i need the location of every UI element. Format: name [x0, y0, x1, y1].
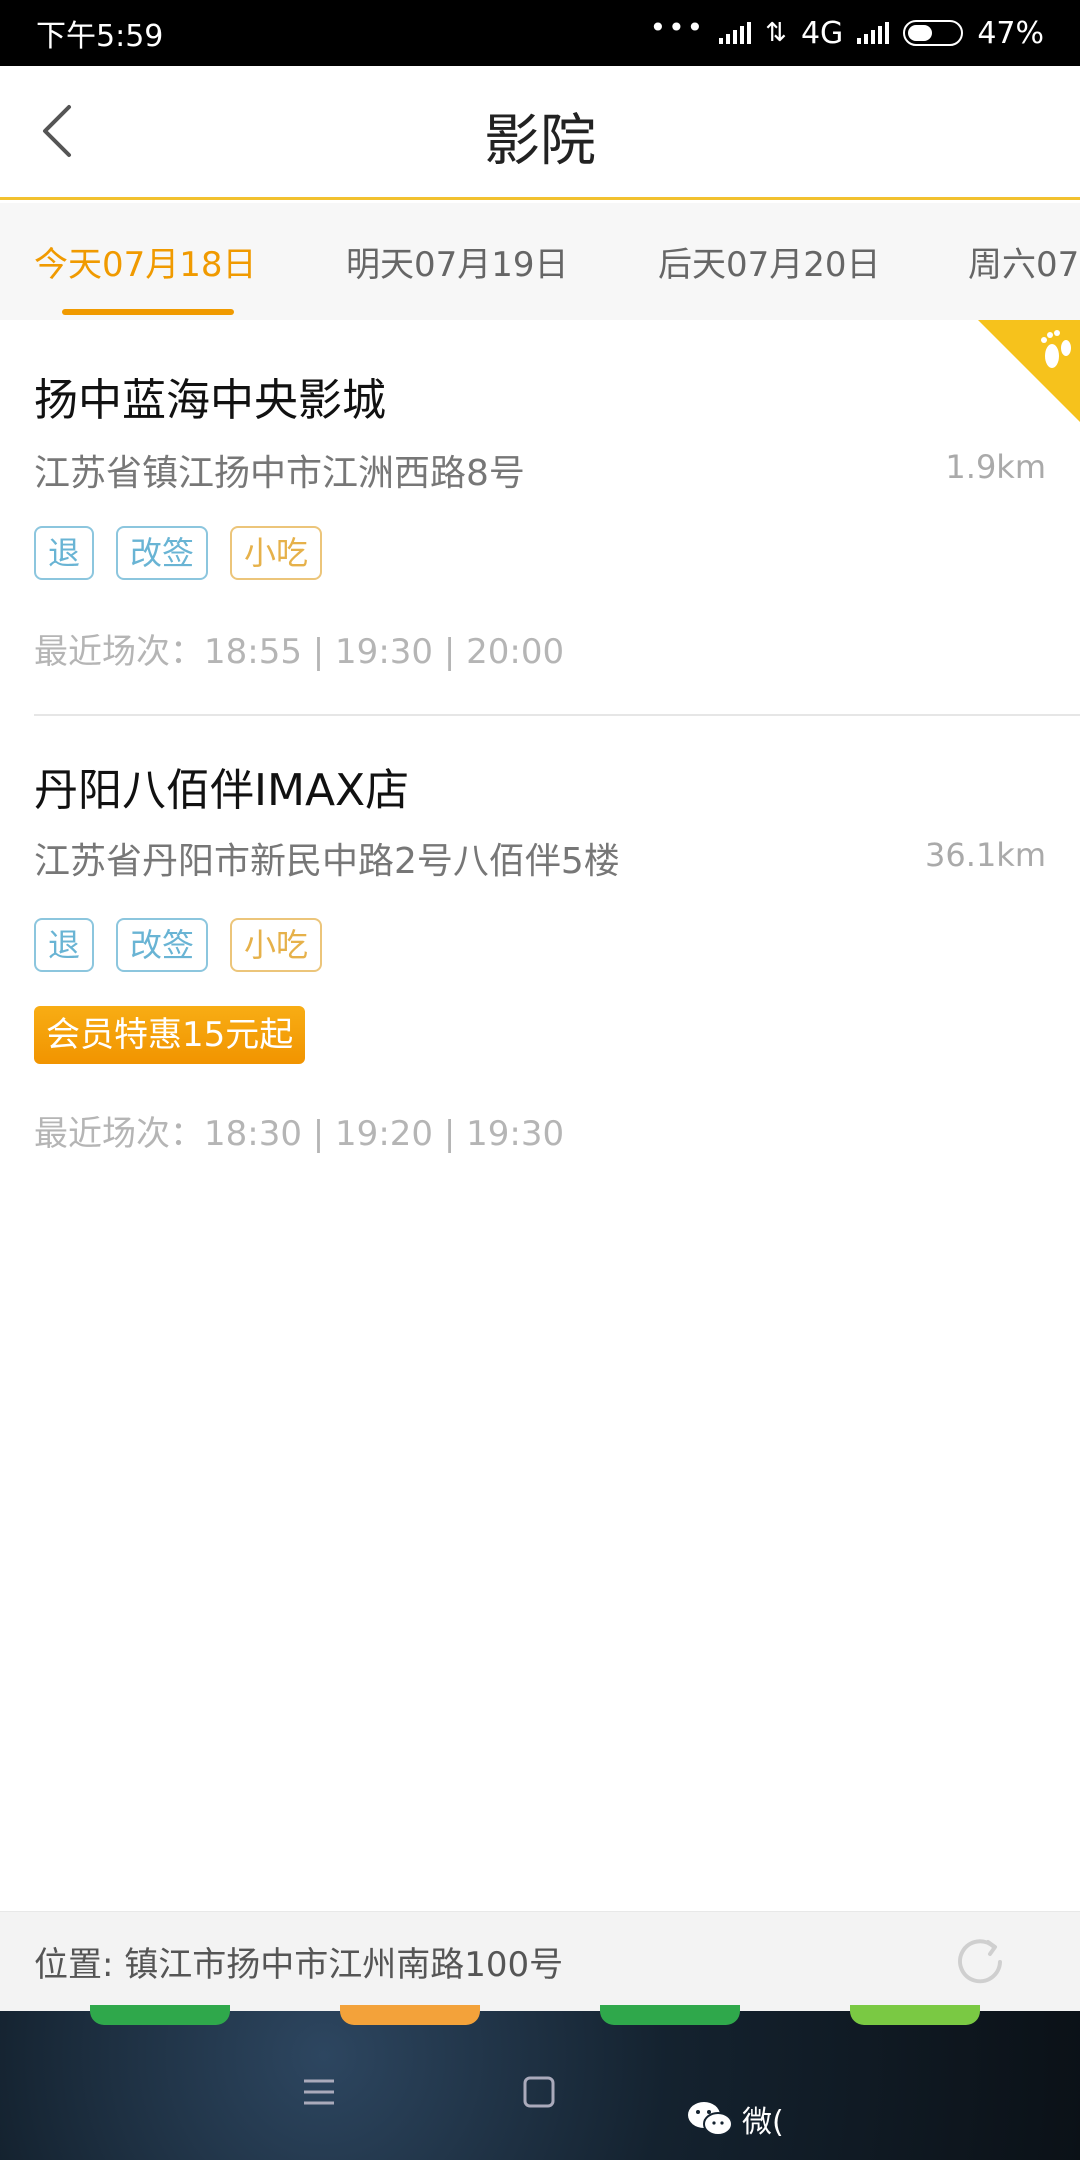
- location-bar: 位置: 镇江市扬中市江州南路100号: [0, 1911, 1080, 2011]
- signal-icon-2: [857, 22, 890, 44]
- cinema-name: 扬中蓝海中央影城: [34, 375, 386, 426]
- current-location: 位置: 镇江市扬中市江州南路100号: [34, 1945, 564, 1985]
- service-tags: 退 改签 小吃: [34, 918, 323, 972]
- cinema-distance: 36.1km: [925, 836, 1046, 874]
- system-nav-bar: 微(: [0, 2005, 1080, 2160]
- recent-showtimes: 最近场次：18:30 | 19:20 | 19:30: [34, 1114, 565, 1154]
- menu-icon[interactable]: [302, 2075, 336, 2109]
- watermark-text: 微(: [742, 2105, 784, 2140]
- top-nav-header: 影院: [0, 66, 1080, 200]
- network-type: 4G: [800, 15, 844, 51]
- refresh-button[interactable]: [948, 1930, 1012, 1994]
- data-arrows-icon: ⇅: [765, 18, 787, 48]
- battery-icon: [903, 20, 964, 46]
- battery-percent: 47%: [977, 15, 1044, 51]
- nav-edge-decoration: [600, 2005, 740, 2025]
- cinema-list-page: 下午5:59 ••• ⇅ 4G 47% 影院 今天07月18日 明天07月19日…: [0, 0, 1080, 2160]
- nav-edge-decoration: [90, 2005, 230, 2025]
- wechat-icon: [688, 2102, 733, 2136]
- tag-snack: 小吃: [230, 918, 323, 972]
- member-offer-badge: 会员特惠15元起: [34, 1006, 306, 1064]
- tag-reschedule: 改签: [116, 918, 209, 972]
- cinema-address: 江苏省丹阳市新民中路2号八佰伴5楼: [34, 841, 620, 882]
- cinema-item[interactable]: 扬中蓝海中央影城 江苏省镇江扬中市江洲西路8号 1.9km 退 改签 小吃 最近…: [0, 320, 1080, 716]
- cinema-list: 扬中蓝海中央影城 江苏省镇江扬中市江洲西路8号 1.9km 退 改签 小吃 最近…: [0, 320, 1080, 1154]
- tag-refund: 退: [34, 526, 95, 580]
- service-tags: 退 改签 小吃: [34, 526, 323, 580]
- tab-today[interactable]: 今天07月18日: [34, 237, 257, 286]
- tag-refund: 退: [34, 918, 95, 972]
- recent-showtimes: 最近场次：18:55 | 19:30 | 20:00: [34, 632, 565, 672]
- date-tabs: 今天07月18日 明天07月19日 后天07月20日 周六07: [0, 203, 1080, 320]
- tag-reschedule: 改签: [116, 526, 209, 580]
- signal-icon: [719, 22, 752, 44]
- nav-edge-decoration: [340, 2005, 480, 2025]
- more-dots-icon: •••: [649, 11, 706, 44]
- status-time: 下午5:59: [36, 19, 164, 54]
- tab-tomorrow[interactable]: 明天07月19日: [346, 237, 569, 286]
- footprint-icon: [978, 320, 1080, 422]
- tab-day-after[interactable]: 后天07月20日: [658, 237, 881, 286]
- tab-saturday[interactable]: 周六07: [968, 237, 1079, 286]
- home-square-icon[interactable]: [522, 2075, 556, 2109]
- nav-edge-decoration: [850, 2005, 980, 2025]
- refresh-icon: [958, 1939, 1002, 1984]
- tag-snack: 小吃: [230, 526, 323, 580]
- cinema-address: 江苏省镇江扬中市江洲西路8号: [34, 453, 525, 494]
- cinema-item[interactable]: 丹阳八佰伴IMAX店 江苏省丹阳市新民中路2号八佰伴5楼 36.1km 退 改签…: [0, 716, 1080, 1154]
- cinema-distance: 1.9km: [945, 448, 1046, 486]
- wechat-watermark: 微(: [686, 2097, 784, 2141]
- page-title: 影院: [484, 109, 596, 174]
- active-tab-indicator: [62, 309, 234, 315]
- status-indicators: ••• ⇅ 4G 47%: [649, 11, 1044, 51]
- status-bar: 下午5:59 ••• ⇅ 4G 47%: [0, 0, 1080, 66]
- cinema-name: 丹阳八佰伴IMAX店: [34, 765, 410, 816]
